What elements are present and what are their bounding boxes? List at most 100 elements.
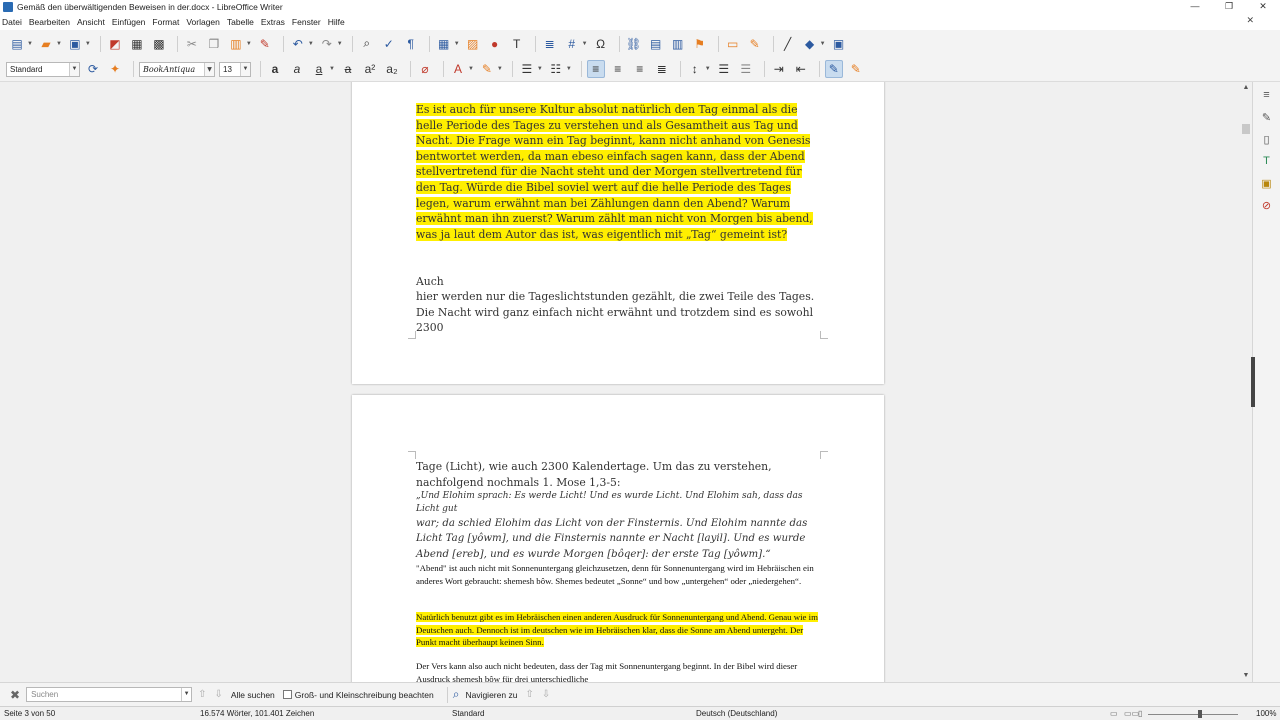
chevron-down-icon[interactable]: ▼ [69,62,79,76]
text-language[interactable]: Deutsch (Deutschland) [696,709,777,718]
insert-image-icon[interactable]: ▨ [464,35,482,53]
subscript-icon[interactable]: a₂ [383,60,401,78]
menu-vorlagen[interactable]: Vorlagen [186,17,220,27]
chevron-down-icon[interactable]: ▼ [497,66,503,72]
close-button[interactable]: ✕ [1246,0,1280,14]
document-work-area[interactable]: 2 1 1 2 3 4 5 6 7 8 9 10 11 12 13 14 15 … [0,82,1240,682]
insert-footnote-icon[interactable]: ▤ [647,35,665,53]
justify-icon[interactable]: ≣ [653,60,671,78]
track-changes-icon[interactable]: ✎ [746,35,764,53]
highlighted-note[interactable]: Natürlich benutzt gibt es im Hebräischen… [416,611,820,649]
find-replace-icon[interactable]: ⌕ [358,35,376,53]
paste-icon[interactable]: ▥ [227,35,245,53]
insert-hyperlink-icon[interactable]: ⛓ [625,35,643,53]
page-count[interactable]: Seite 3 von 50 [4,709,55,718]
gallery-icon[interactable]: ▣ [1259,175,1275,191]
font-color-icon[interactable]: A [449,60,467,78]
paragraph-intro[interactable]: Tage (Licht), wie auch 2300 Kalendertage… [416,459,820,490]
line-spacing-icon[interactable]: ↕ [686,60,704,78]
underline-icon[interactable]: a [310,60,328,78]
chevron-down-icon[interactable]: ▼ [240,62,250,76]
menu-format[interactable]: Format [152,17,179,27]
scroll-up-icon[interactable]: ▲ [1240,82,1252,94]
maximize-button[interactable]: ❐ [1212,0,1246,14]
font-name-select[interactable]: BookAntiqua ▼ [139,61,215,77]
highlighting-color-icon[interactable]: ✎ [478,60,496,78]
chevron-down-icon[interactable]: ▼ [204,62,214,76]
insert-endnote-icon[interactable]: ▥ [669,35,687,53]
menu-datei[interactable]: Datei [2,17,22,27]
search-input[interactable]: Suchen ▼ [26,687,193,702]
navigator-icon[interactable]: ⊘ [1259,197,1275,213]
document-page[interactable]: Tage (Licht), wie auch 2300 Kalendertage… [352,395,884,682]
basic-shapes-icon[interactable]: ◆ [801,35,819,53]
open-folder-icon[interactable]: ▰ [37,35,55,53]
insert-comment-icon[interactable]: ▭ [724,35,742,53]
bible-quote[interactable]: war; da schied Elohim das Licht von der … [416,516,820,562]
new-style-icon[interactable]: ✦ [106,60,124,78]
zoom-slider[interactable] [1148,714,1238,715]
cut-icon[interactable]: ✂ [183,35,201,53]
character-dialog-icon[interactable]: ✎ [847,60,865,78]
styles-icon[interactable]: T [1259,153,1275,169]
align-right-icon[interactable]: ≡ [631,60,649,78]
document-page[interactable]: Es ist auch für unsere Kultur absolut na… [352,82,884,384]
font-size-select[interactable]: 13 ▼ [219,61,251,77]
insert-chart-icon[interactable]: ● [486,35,504,53]
insert-table-icon[interactable]: ▦ [435,35,453,53]
highlighted-paragraph[interactable]: Es ist auch für unsere Kultur absolut na… [416,102,820,242]
formatting-marks-icon[interactable]: ¶ [402,35,420,53]
insert-bookmark-icon[interactable]: ⚑ [691,35,709,53]
spelling-icon[interactable]: ✓ [380,35,398,53]
paragraph-abend-note[interactable]: "Abend" ist auch nicht mit Sonnenunterga… [416,562,820,587]
single-page-view-icon[interactable]: ▭ [1110,709,1118,718]
paragraph-tageslicht[interactable]: hier werden nur die Tageslichtstunden ge… [416,289,820,336]
chevron-down-icon[interactable]: ▼ [705,66,711,72]
paragraph-dialog-icon[interactable]: ✎ [824,60,843,78]
insert-page-break-icon[interactable]: ≣ [541,35,559,53]
menu-ansicht[interactable]: Ansicht [77,17,105,27]
menu-extras[interactable]: Extras [261,17,285,27]
clone-formatting-icon[interactable]: ✎ [256,35,274,53]
chevron-down-icon[interactable]: ▼ [56,41,62,47]
chevron-down-icon[interactable]: ▼ [181,688,191,701]
unordered-list-icon[interactable]: ☰ [518,60,536,78]
bible-quote-line[interactable]: „Und Elohim sprach: Es werde Licht! Und … [416,490,820,515]
navigate-up-icon[interactable]: ⇧ [525,689,533,700]
strikethrough-icon[interactable]: a [339,60,357,78]
navigate-down-icon[interactable]: ⇩ [542,689,550,700]
find-replace-icon[interactable]: ⌕ [453,687,460,702]
zoom-level[interactable]: 100% [1256,709,1276,718]
superscript-icon[interactable]: a² [361,60,379,78]
sidebar-menu-icon[interactable]: ≡ [1259,87,1275,103]
find-next-icon[interactable]: ⇩ [214,689,222,700]
match-case-checkbox[interactable] [282,690,292,699]
print-preview-icon[interactable]: ▩ [150,35,168,53]
decrease-indent-icon[interactable]: ⇤ [792,60,810,78]
draw-functions-icon[interactable]: ▣ [830,35,848,53]
chevron-down-icon[interactable]: ▼ [537,66,543,72]
chevron-down-icon[interactable]: ▼ [566,66,572,72]
close-document-icon[interactable]: ✕ [1246,15,1254,26]
align-left-icon[interactable]: ≡ [586,60,605,78]
menu-einfuegen[interactable]: Einfügen [112,17,146,27]
undo-icon[interactable]: ↶ [289,35,307,53]
word-count[interactable]: 16.574 Wörter, 101.401 Zeichen [200,709,314,718]
chevron-down-icon[interactable]: ▼ [337,41,343,47]
new-document-icon[interactable]: ▤ [8,35,26,53]
decrease-paragraph-spacing-icon[interactable]: ☰ [737,60,755,78]
chevron-down-icon[interactable]: ▼ [454,41,460,47]
insert-line-icon[interactable]: ╱ [779,35,797,53]
paragraph-style-select[interactable]: Standard ▼ [6,61,80,77]
insert-textbox-icon[interactable]: T [508,35,526,53]
chevron-down-icon[interactable]: ▼ [246,41,252,47]
menu-bearbeiten[interactable]: Bearbeiten [29,17,70,27]
increase-paragraph-spacing-icon[interactable]: ☰ [715,60,733,78]
print-icon[interactable]: ▦ [128,35,146,53]
chevron-down-icon[interactable]: ▼ [820,41,826,47]
insert-special-character-icon[interactable]: Ω [592,35,610,53]
clear-formatting-icon[interactable]: ⌀ [416,60,434,78]
paragraph-auch[interactable]: Auch [416,274,820,290]
redo-icon[interactable]: ↷ [318,35,336,53]
paragraph-vers[interactable]: Der Vers kann also auch nicht bedeuten, … [416,660,820,682]
